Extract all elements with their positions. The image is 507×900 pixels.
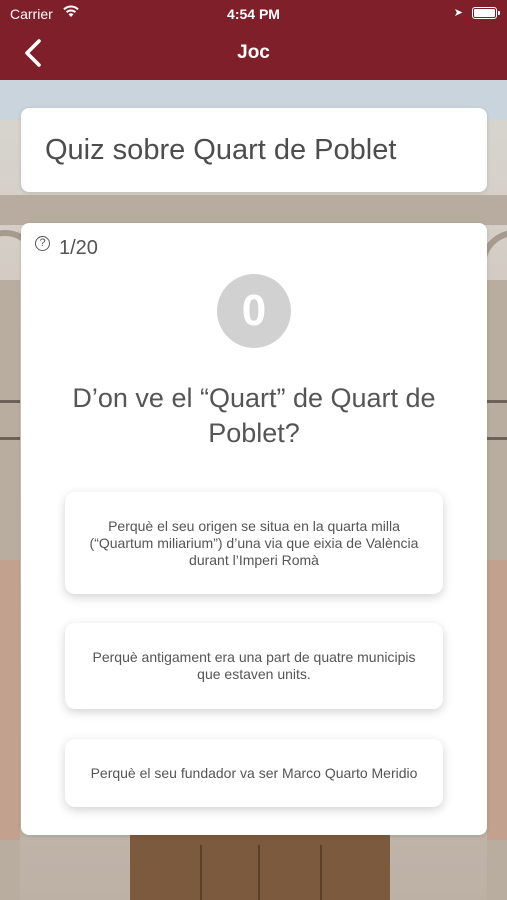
answer-option-3[interactable]: Perquè el seu fundador va ser Marco Quar… bbox=[65, 739, 443, 807]
answer-option-label: Perquè el seu fundador va ser Marco Quar… bbox=[90, 764, 418, 781]
quiz-card: ? 1/20 0 D’on ve el “Quart” de Quart de … bbox=[21, 223, 487, 835]
navigation-bar: Joc bbox=[0, 28, 507, 80]
question-text: D’on ve el “Quart” de Quart de Poblet? bbox=[72, 383, 436, 448]
answer-option-2[interactable]: Perquè antigament era una part de quatre… bbox=[65, 623, 443, 709]
battery-icon bbox=[472, 7, 500, 19]
nav-title: Joc bbox=[237, 42, 270, 63]
answer-option-label: Perquè antigament era una part de quatre… bbox=[92, 649, 416, 682]
question-counter: ? 1/20 bbox=[35, 236, 98, 260]
status-bar: Carrier 4:54 PM ➤ bbox=[0, 0, 507, 28]
answer-option-label: Perquè el seu origen se situa en la quar… bbox=[89, 517, 419, 568]
quiz-title-card: Quiz sobre Quart de Poblet bbox=[21, 108, 487, 192]
question-circle-icon: ? bbox=[35, 236, 50, 251]
score-circle: 0 bbox=[217, 274, 291, 348]
quiz-title: Quiz sobre Quart de Poblet bbox=[45, 134, 397, 166]
location-arrow-icon: ➤ bbox=[453, 7, 463, 19]
status-time: 4:54 PM bbox=[227, 6, 280, 22]
question-counter-value: 1/20 bbox=[59, 237, 98, 259]
answer-option-1[interactable]: Perquè el seu origen se situa en la quar… bbox=[65, 492, 443, 594]
